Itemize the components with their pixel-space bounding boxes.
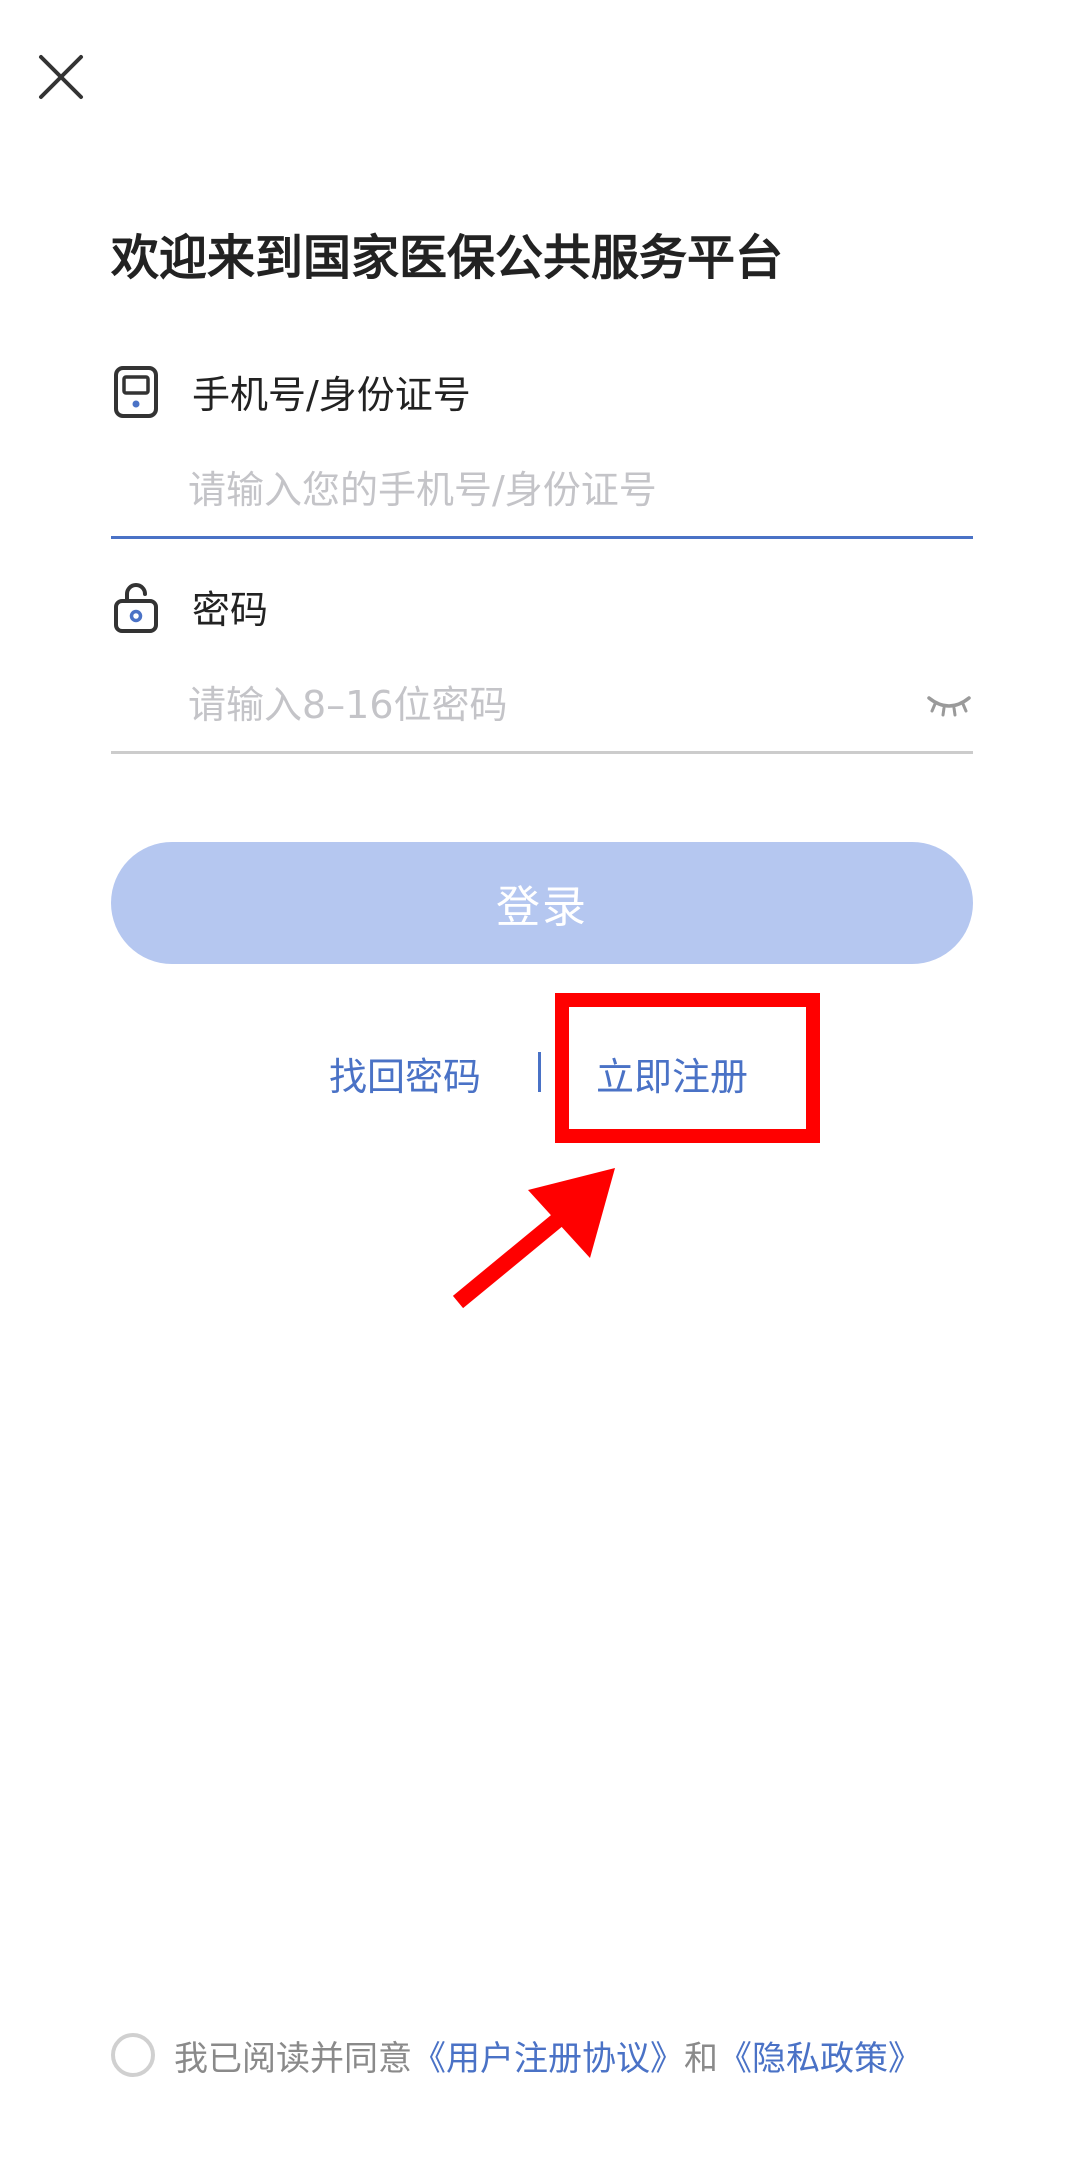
- link-divider: [538, 1052, 541, 1092]
- password-underline: [111, 751, 973, 754]
- account-label-row: 手机号/身份证号: [111, 364, 471, 419]
- account-label: 手机号/身份证号: [192, 373, 471, 417]
- agreement-conjunction: 和: [684, 2038, 718, 2079]
- user-agreement-link[interactable]: 《用户注册协议》: [412, 2031, 684, 2080]
- arrow-icon: [452, 1168, 615, 1309]
- password-label: 密码: [192, 588, 269, 632]
- account-input[interactable]: [188, 455, 868, 525]
- password-label-row: 密码: [111, 579, 268, 634]
- agreement-checkbox[interactable]: [111, 2033, 155, 2077]
- eye-closed-icon: [927, 696, 971, 717]
- login-button[interactable]: 登录: [111, 842, 973, 964]
- close-icon: [39, 55, 83, 99]
- forgot-password-link[interactable]: 找回密码: [329, 1046, 481, 1101]
- account-underline: [111, 536, 973, 539]
- phone-icon: [111, 365, 161, 419]
- privacy-policy-link[interactable]: 《隐私政策》: [718, 2031, 922, 2080]
- password-input-wrap: [111, 662, 973, 748]
- close-button[interactable]: [36, 52, 86, 102]
- highlight-box: [555, 993, 820, 1143]
- page-title: 欢迎来到国家医保公共服务平台: [111, 230, 784, 286]
- agreement-prefix: 我已阅读并同意: [174, 2038, 412, 2079]
- password-input[interactable]: [188, 670, 868, 740]
- lock-icon: [111, 580, 161, 634]
- account-input-wrap: [111, 447, 973, 533]
- agreement-row: 我已阅读并同意 《用户注册协议》 和 《隐私政策》: [111, 2030, 922, 2080]
- password-visibility-toggle[interactable]: [925, 684, 973, 724]
